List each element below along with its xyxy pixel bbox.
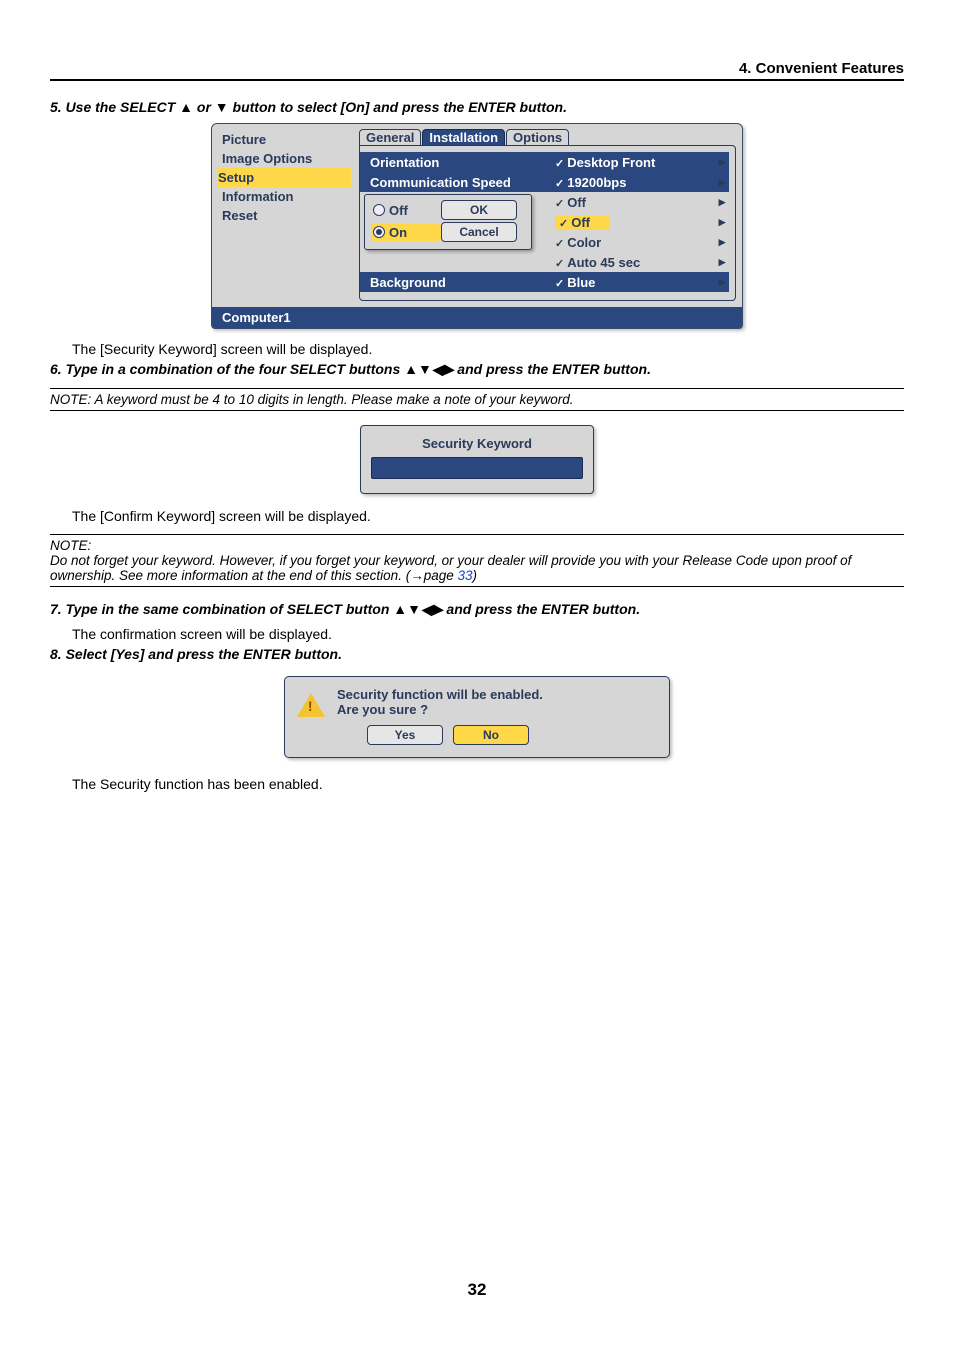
step6-result: The [Confirm Keyword] screen will be dis… (72, 508, 904, 524)
chevron-right-icon[interactable] (715, 194, 729, 210)
step7-result: The confirmation screen will be displaye… (72, 626, 904, 642)
on-off-popup: Off OK On Cancel (364, 194, 532, 250)
row4-value: Off (559, 215, 590, 230)
row6-value: Auto 45 sec (555, 255, 640, 270)
tab-options[interactable]: Options (506, 129, 569, 146)
chevron-right-icon[interactable] (715, 174, 729, 190)
step5-result: The [Security Keyword] screen will be di… (72, 341, 904, 357)
step-6: 6. Type in a combination of the four SEL… (50, 361, 904, 378)
osd-footer-status: Computer1 (212, 307, 742, 328)
note-release-code: NOTE: Do not forget your keyword. Howeve… (50, 534, 904, 587)
osd-menu: Picture Image Options Setup Information … (211, 123, 743, 329)
security-keyword-dialog: Security Keyword (360, 425, 594, 494)
row-background-label: Background (370, 275, 555, 290)
step8-result: The Security function has been enabled. (72, 776, 904, 792)
row-comm-value: 19200bps (555, 175, 626, 190)
ok-button[interactable]: OK (441, 200, 517, 220)
radio-off-label: Off (389, 203, 408, 218)
warning-icon (297, 693, 325, 717)
radio-on[interactable]: On (371, 224, 441, 241)
tab-installation[interactable]: Installation (422, 129, 505, 146)
osd-tabs: General Installation Options (355, 124, 742, 145)
row5-value: Color (555, 235, 601, 250)
menu-picture[interactable]: Picture (222, 130, 351, 149)
step-5: 5. Use the SELECT ▲ or ▼ button to selec… (50, 99, 904, 115)
radio-off[interactable]: Off (371, 202, 441, 219)
page-reference-link[interactable]: 33 (457, 568, 472, 583)
row-orientation-label: Orientation (370, 155, 555, 170)
radio-icon (373, 226, 385, 238)
keyword-input[interactable] (371, 457, 583, 479)
chevron-right-icon[interactable] (715, 234, 729, 250)
note-close: ) (473, 568, 478, 583)
radio-icon (373, 204, 385, 216)
section-header: 4. Convenient Features (50, 60, 904, 77)
note-body: Do not forget your keyword. However, if … (50, 553, 851, 583)
chevron-right-icon[interactable] (715, 154, 729, 170)
radio-on-label: On (389, 225, 407, 240)
row-comm-label: Communication Speed (370, 175, 555, 190)
chevron-right-icon[interactable] (715, 274, 729, 290)
step-7: 7. Type in the same combination of SELEC… (50, 601, 904, 618)
note-keyword-length: NOTE: A keyword must be 4 to 10 digits i… (50, 388, 904, 411)
page-number: 32 (0, 1280, 954, 1300)
chevron-right-icon[interactable] (715, 254, 729, 270)
note-label: NOTE: (50, 538, 904, 553)
row-background-value: Blue (555, 275, 595, 290)
confirm-dialog: Security function will be enabled. Are y… (284, 676, 670, 758)
menu-information[interactable]: Information (222, 187, 351, 206)
yes-button[interactable]: Yes (367, 725, 443, 745)
menu-setup[interactable]: Setup (218, 168, 351, 187)
row-orientation-value: Desktop Front (555, 155, 655, 170)
step-8: 8. Select [Yes] and press the ENTER butt… (50, 646, 904, 662)
chevron-right-icon[interactable] (715, 214, 729, 230)
security-keyword-title: Security Keyword (371, 436, 583, 451)
tab-general[interactable]: General (359, 129, 421, 146)
no-button[interactable]: No (453, 725, 529, 745)
cancel-button[interactable]: Cancel (441, 222, 517, 242)
osd-tab-content: Orientation Desktop Front Communication … (359, 145, 736, 301)
confirm-line1: Security function will be enabled. (337, 687, 657, 702)
confirm-line2: Are you sure ? (337, 702, 657, 717)
osd-left-menu: Picture Image Options Setup Information … (212, 124, 355, 307)
menu-image-options[interactable]: Image Options (222, 149, 351, 168)
row3-value: Off (555, 195, 586, 210)
menu-reset[interactable]: Reset (222, 206, 351, 225)
